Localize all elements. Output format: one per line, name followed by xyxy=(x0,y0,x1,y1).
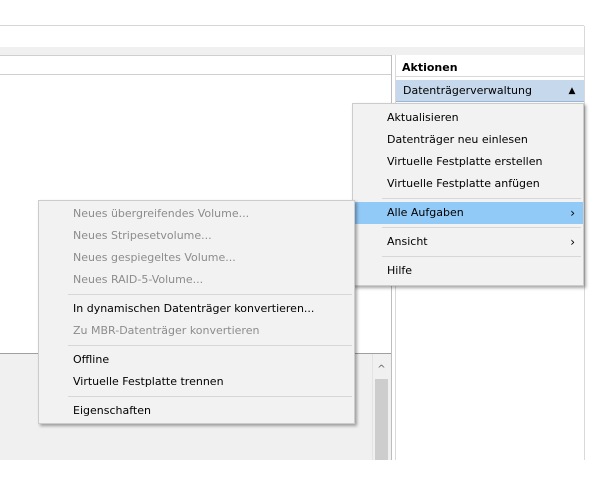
menu-item-label: Ansicht xyxy=(387,235,428,248)
menu-separator xyxy=(382,256,581,257)
submenu-item-convert-mbr: Zu MBR-Datenträger konvertieren xyxy=(39,320,354,342)
actions-section-header[interactable]: Datenträgerverwaltung xyxy=(396,80,584,102)
menu-item-all-tasks[interactable]: Alle Aufgaben › xyxy=(353,202,583,224)
scroll-up-arrow[interactable]: ^ xyxy=(372,363,391,377)
chevron-right-icon: › xyxy=(570,235,575,249)
pane-top-band xyxy=(0,47,584,55)
menu-item-label: Neues Stripesetvolume... xyxy=(73,229,212,242)
menu-item-label: Hilfe xyxy=(387,264,413,277)
chevron-right-icon: › xyxy=(570,206,575,220)
menu-item-label: Alle Aufgaben xyxy=(387,206,464,219)
menu-item-attach-vhd[interactable]: Virtuelle Festplatte anfügen xyxy=(353,173,583,195)
menu-item-label: In dynamischen Datenträger konvertieren.… xyxy=(73,302,315,315)
menu-separator xyxy=(68,396,352,397)
menu-separator xyxy=(382,227,581,228)
menu-separator xyxy=(68,345,352,346)
window-right-edge xyxy=(584,26,585,460)
context-menu: Aktualisieren Datenträger neu einlesen V… xyxy=(352,103,584,286)
menu-item-label: Virtuelle Festplatte trennen xyxy=(73,375,224,388)
menu-item-view[interactable]: Ansicht › xyxy=(353,231,583,253)
menu-separator xyxy=(68,294,352,295)
actions-title: Aktionen xyxy=(396,58,584,77)
submenu-item-new-spanned-volume: Neues übergreifendes Volume... xyxy=(39,203,354,225)
menu-item-help[interactable]: Hilfe xyxy=(353,260,583,282)
submenu-item-detach-vhd[interactable]: Virtuelle Festplatte trennen xyxy=(39,371,354,393)
menu-item-label: Virtuelle Festplatte erstellen xyxy=(387,155,543,168)
menu-item-label: Offline xyxy=(73,353,110,366)
menu-item-label: Neues gespiegeltes Volume... xyxy=(73,251,236,264)
menu-item-label: Eigenschaften xyxy=(73,404,151,417)
menu-item-label: Neues übergreifendes Volume... xyxy=(73,207,250,220)
window-top-border xyxy=(0,25,584,26)
menu-item-rescan-disks[interactable]: Datenträger neu einlesen xyxy=(353,129,583,151)
submenu-item-properties[interactable]: Eigenschaften xyxy=(39,400,354,422)
menu-separator xyxy=(382,198,581,199)
menu-item-label: Datenträger neu einlesen xyxy=(387,133,528,146)
collapse-up-icon[interactable]: ▲ xyxy=(565,80,579,102)
all-tasks-submenu: Neues übergreifendes Volume... Neues Str… xyxy=(38,200,355,424)
scroll-thumb[interactable] xyxy=(375,379,388,460)
menu-item-refresh[interactable]: Aktualisieren xyxy=(353,107,583,129)
volume-list-header xyxy=(0,55,391,75)
submenu-item-offline[interactable]: Offline xyxy=(39,349,354,371)
menu-item-create-vhd[interactable]: Virtuelle Festplatte erstellen xyxy=(353,151,583,173)
submenu-item-new-striped-volume: Neues Stripesetvolume... xyxy=(39,225,354,247)
menu-item-label: Aktualisieren xyxy=(387,111,459,124)
submenu-item-new-raid5-volume: Neues RAID-5-Volume... xyxy=(39,269,354,291)
menu-item-label: Virtuelle Festplatte anfügen xyxy=(387,177,540,190)
submenu-item-convert-dynamic[interactable]: In dynamischen Datenträger konvertieren.… xyxy=(39,298,354,320)
menu-item-label: Neues RAID-5-Volume... xyxy=(73,273,204,286)
menu-item-label: Zu MBR-Datenträger konvertieren xyxy=(73,324,260,337)
submenu-item-new-mirrored-volume: Neues gespiegeltes Volume... xyxy=(39,247,354,269)
